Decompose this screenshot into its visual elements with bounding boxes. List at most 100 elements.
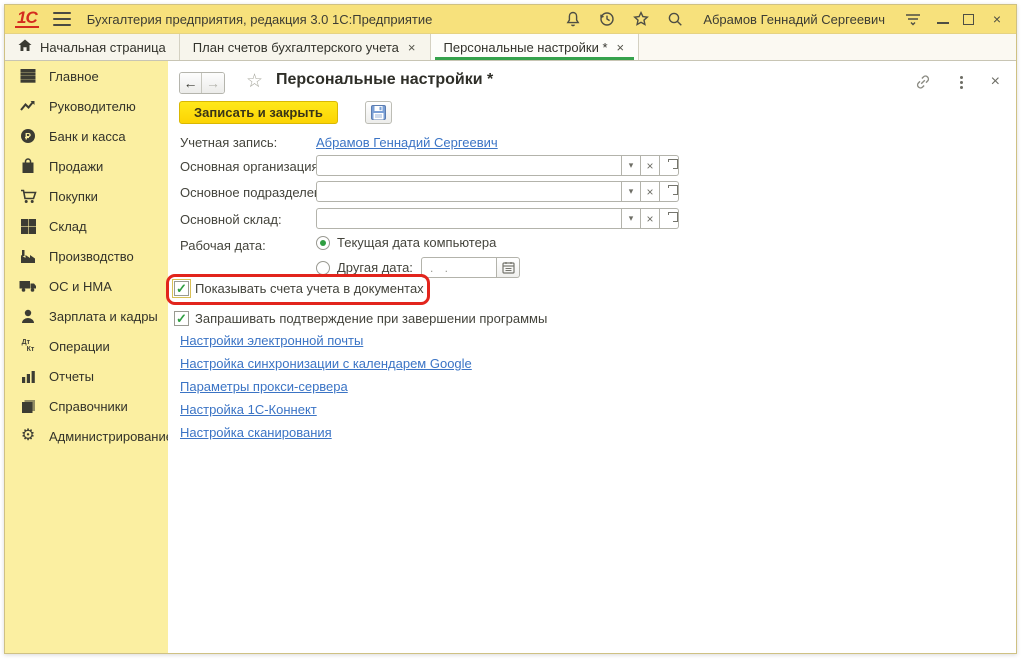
dropdown-icon[interactable]: ▾ <box>622 208 641 229</box>
open-form-icon[interactable] <box>660 155 679 176</box>
books-icon <box>19 397 37 415</box>
sidebar-item-operations[interactable]: ДтКт Операции <box>5 331 168 361</box>
titlebar-actions: Абрамов Геннадий Сергеевич × <box>563 9 1006 29</box>
link-proxy-settings[interactable]: Параметры прокси-сервера <box>180 379 348 394</box>
service-menu-icon[interactable] <box>903 9 923 29</box>
sidebar-item-label: Продажи <box>49 159 103 174</box>
tab-label: План счетов бухгалтерского учета <box>193 40 399 55</box>
ruble-coin-icon: Р <box>19 127 37 145</box>
link-1c-connect[interactable]: Настройка 1С-Коннект <box>180 402 317 417</box>
warehouse-input[interactable] <box>316 208 622 229</box>
search-icon[interactable] <box>665 9 685 29</box>
main-menu-icon[interactable] <box>53 12 71 26</box>
sidebar-item-fixed-assets[interactable]: ОС и НМА <box>5 271 168 301</box>
sidebar-item-warehouse[interactable]: Склад <box>5 211 168 241</box>
radio-other-date[interactable]: Другая дата: <box>316 260 413 275</box>
open-form-icon[interactable] <box>660 208 679 229</box>
tab-close-icon[interactable]: × <box>407 40 417 55</box>
personal-settings-form: ← → ☆ Персональные настройки * × Записат… <box>168 61 1016 653</box>
warehouse-combo: ▾ × <box>316 208 679 229</box>
factory-icon <box>19 247 37 265</box>
home-icon <box>18 39 32 55</box>
close-window-button[interactable]: × <box>988 11 1006 27</box>
link-google-calendar-sync[interactable]: Настройка синхронизации с календарем Goo… <box>180 356 472 371</box>
checkbox-checked-icon: ✓ <box>174 281 189 296</box>
radio-unselected-icon <box>316 261 330 275</box>
sidebar-item-bank-cash[interactable]: Р Банк и касса <box>5 121 168 151</box>
tab-label: Начальная страница <box>40 40 166 55</box>
shopping-bag-icon <box>19 157 37 175</box>
tab-bar: Начальная страница План счетов бухгалтер… <box>5 34 1016 61</box>
link-scan-settings[interactable]: Настройка сканирования <box>180 425 332 440</box>
sidebar-item-label: Руководителю <box>49 99 136 114</box>
get-link-icon[interactable] <box>914 73 932 91</box>
calendar-icon[interactable] <box>497 257 520 278</box>
checkbox-label: Показывать счета учета в документах <box>195 281 424 296</box>
sidebar-item-main[interactable]: Главное <box>5 61 168 91</box>
sidebar-item-administration[interactable]: ⚙ Администрирование <box>5 421 168 451</box>
more-actions-kebab-icon[interactable] <box>958 74 965 91</box>
back-button[interactable]: ← <box>180 73 202 93</box>
forward-button[interactable]: → <box>202 73 224 93</box>
radio-label: Другая дата: <box>337 260 413 275</box>
trend-arrow-icon <box>19 97 37 115</box>
add-favorite-star-icon[interactable]: ☆ <box>246 70 263 93</box>
department-input[interactable] <box>316 181 622 202</box>
app-window: 1С Бухгалтерия предприятия, редакция 3.0… <box>4 4 1017 654</box>
checkbox-show-accounts[interactable]: ✓ Показывать счета учета в документах <box>174 281 424 296</box>
dropdown-icon[interactable]: ▾ <box>622 155 641 176</box>
sidebar-item-payroll-hr[interactable]: Зарплата и кадры <box>5 301 168 331</box>
link-email-settings[interactable]: Настройки электронной почты <box>180 333 363 348</box>
sidebar-item-label: Производство <box>49 249 134 264</box>
dt-kt-icon: ДтКт <box>19 337 37 355</box>
tab-label: Персональные настройки * <box>444 40 608 55</box>
history-icon[interactable] <box>597 9 617 29</box>
window-title: Бухгалтерия предприятия, редакция 3.0 1С… <box>87 12 433 27</box>
radio-current-date[interactable]: Текущая дата компьютера <box>316 235 496 250</box>
dropdown-icon[interactable]: ▾ <box>622 181 641 202</box>
sidebar-item-production[interactable]: Производство <box>5 241 168 271</box>
tab-home[interactable]: Начальная страница <box>5 34 180 60</box>
person-icon <box>19 307 37 325</box>
sidebar-item-purchases[interactable]: Покупки <box>5 181 168 211</box>
clear-icon[interactable]: × <box>641 208 660 229</box>
favorites-star-icon[interactable] <box>631 9 651 29</box>
open-form-icon[interactable] <box>660 181 679 202</box>
sidebar-item-reports[interactable]: Отчеты <box>5 361 168 391</box>
maximize-button[interactable] <box>963 14 974 25</box>
checkbox-checked-icon: ✓ <box>174 311 189 326</box>
current-user[interactable]: Абрамов Геннадий Сергеевич <box>703 12 885 27</box>
grid-boxes-icon <box>19 217 37 235</box>
date-input[interactable]: . . <box>421 257 497 278</box>
clear-icon[interactable]: × <box>641 155 660 176</box>
organization-input[interactable] <box>316 155 622 176</box>
save-and-close-button[interactable]: Записать и закрыть <box>179 101 338 124</box>
sidebar-item-label: ОС и НМА <box>49 279 112 294</box>
menu-lines-icon <box>19 67 37 85</box>
sidebar-item-label: Главное <box>49 69 99 84</box>
1c-logo-icon: 1С <box>15 10 39 28</box>
department-combo: ▾ × <box>316 181 679 202</box>
truck-icon <box>19 277 37 295</box>
account-value-link[interactable]: Абрамов Геннадий Сергеевич <box>316 135 498 150</box>
tab-personal-settings[interactable]: Персональные настройки * × <box>431 34 640 60</box>
sidebar-item-manager[interactable]: Руководителю <box>5 91 168 121</box>
minimize-button[interactable] <box>937 13 949 25</box>
save-button[interactable] <box>365 101 392 124</box>
sidebar-item-label: Склад <box>49 219 87 234</box>
sidebar-item-label: Справочники <box>49 399 128 414</box>
notifications-bell-icon[interactable] <box>563 9 583 29</box>
sidebar-item-directories[interactable]: Справочники <box>5 391 168 421</box>
sidebar-item-label: Покупки <box>49 189 98 204</box>
tab-chart-of-accounts[interactable]: План счетов бухгалтерского учета × <box>180 34 431 60</box>
bar-chart-icon <box>19 367 37 385</box>
checkbox-confirm-exit[interactable]: ✓ Запрашивать подтверждение при завершен… <box>174 311 547 326</box>
tab-close-icon[interactable]: × <box>616 40 626 55</box>
form-close-icon[interactable]: × <box>991 75 1000 89</box>
title-bar: 1С Бухгалтерия предприятия, редакция 3.0… <box>5 5 1016 34</box>
clear-icon[interactable]: × <box>641 181 660 202</box>
sidebar-item-label: Операции <box>49 339 110 354</box>
page-title: Персональные настройки * <box>276 71 493 89</box>
sidebar-item-sales[interactable]: Продажи <box>5 151 168 181</box>
sidebar-item-label: Администрирование <box>49 429 173 444</box>
